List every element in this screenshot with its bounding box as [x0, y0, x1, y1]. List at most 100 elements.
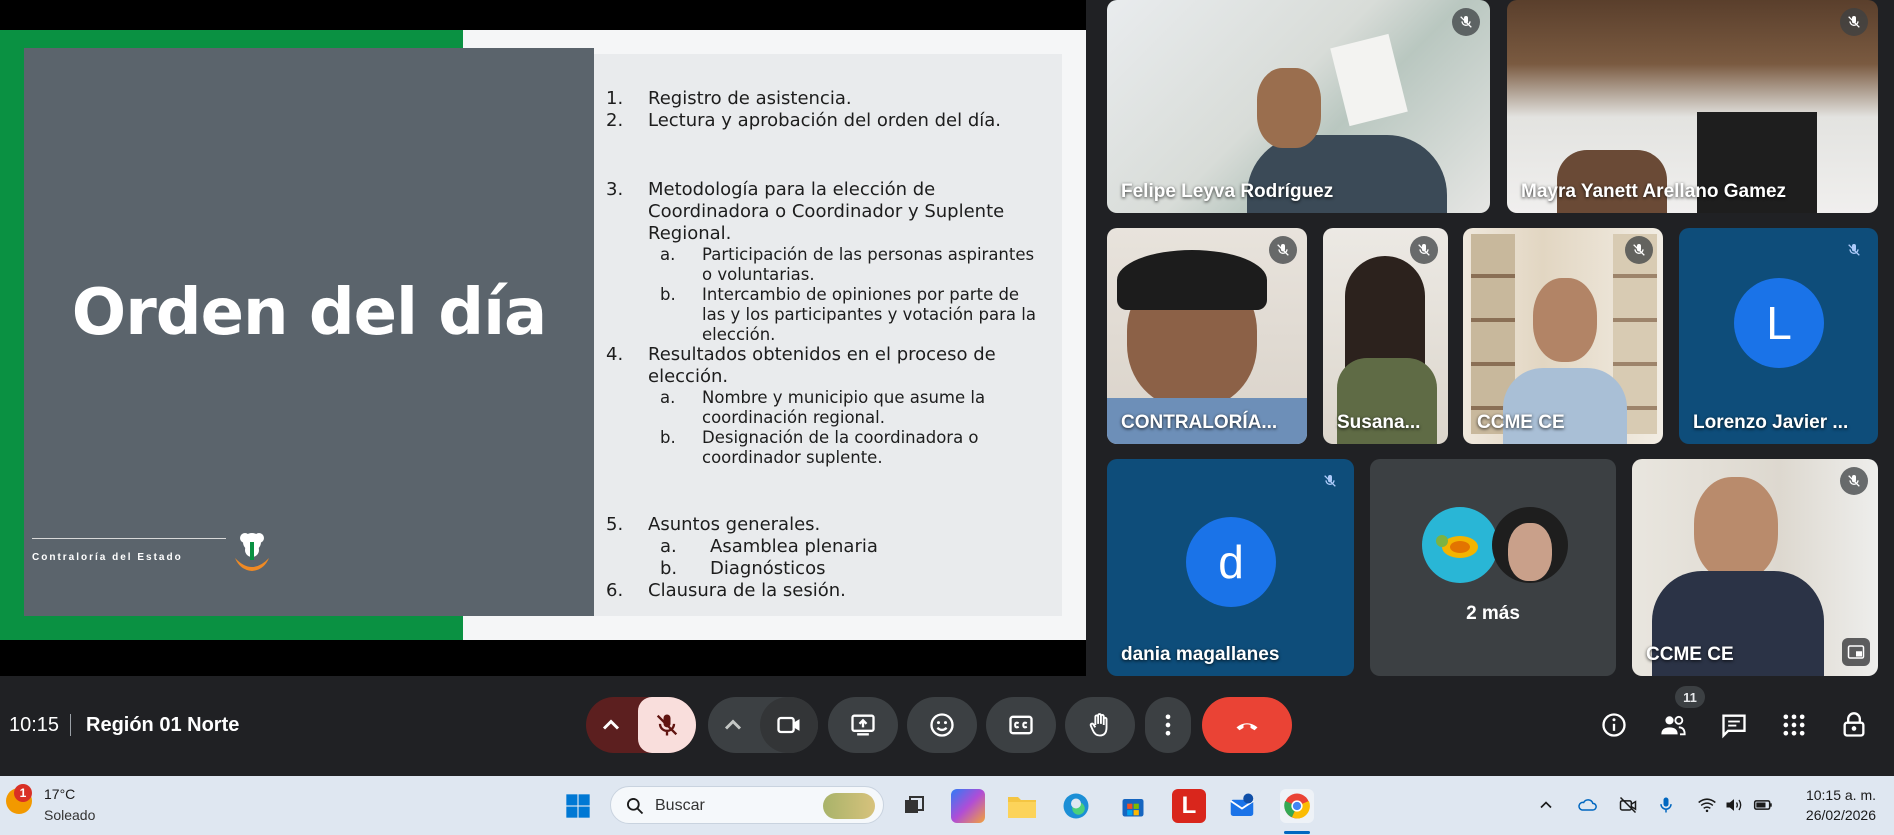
wall-papers: [1330, 33, 1408, 127]
video-camera-icon: [777, 716, 800, 734]
closed-captions-icon: [1009, 715, 1033, 735]
meet-window: Orden del día Contraloría del Estado 1. …: [0, 0, 1894, 776]
avatar: d: [1186, 517, 1276, 607]
agenda-list: 1. Registro de asistencia. 2. Lectura y …: [594, 30, 1064, 640]
wifi-icon[interactable]: [1696, 794, 1718, 816]
weather-condition[interactable]: Soleado: [44, 807, 95, 823]
agenda-sub-number: a.: [660, 536, 677, 557]
mic-off-icon: [1840, 8, 1868, 36]
microsoft-365-icon[interactable]: [951, 789, 985, 823]
participant-video-face: [1533, 278, 1597, 362]
camera-toggle-button[interactable]: [760, 697, 818, 753]
search-highlight-image: [823, 793, 875, 819]
participant-tile[interactable]: CCME CE: [1463, 228, 1663, 444]
search-icon: [627, 798, 644, 815]
info-icon: [1602, 713, 1626, 737]
participant-tile[interactable]: Felipe Leyva Rodríguez: [1107, 0, 1490, 213]
host-controls-button[interactable]: [1834, 705, 1874, 745]
participant-tile[interactable]: Mayra Yanett Arellano Gamez: [1507, 0, 1878, 213]
agenda-sub-item: Designación de la coordinadora o: [702, 428, 979, 447]
file-explorer-icon[interactable]: [1005, 789, 1039, 823]
camera-control-group: [708, 697, 818, 753]
present-screen-icon: [851, 714, 875, 736]
agenda-sub-number: a.: [660, 388, 676, 407]
chat-icon: [1722, 714, 1746, 739]
meeting-title: Región 01 Norte: [86, 714, 240, 736]
l-app-icon[interactable]: L: [1172, 789, 1206, 823]
mic-off-icon: [1840, 467, 1868, 495]
avatar: [1422, 507, 1498, 583]
weather-temperature[interactable]: 17°C: [44, 786, 75, 802]
participant-video-face: [1257, 68, 1321, 148]
agenda-sub-item: Diagnósticos: [710, 558, 826, 579]
outlook-icon[interactable]: [1225, 789, 1259, 823]
volume-icon[interactable]: [1723, 794, 1745, 816]
agenda-sub-item: Nombre y municipio que asume la: [702, 388, 986, 407]
org-name: Contraloría del Estado: [32, 552, 183, 563]
task-view-icon[interactable]: [897, 789, 931, 823]
chevron-up-icon[interactable]: [1535, 794, 1557, 816]
participant-tile[interactable]: CCME CE: [1632, 459, 1878, 676]
agenda-item-line: Coordinadora o Coordinador y Suplente: [648, 201, 1005, 222]
more-participants-tile[interactable]: 2 más: [1370, 459, 1616, 676]
leave-call-button[interactable]: [1202, 697, 1292, 753]
picture-in-picture-icon[interactable]: [1842, 638, 1870, 666]
agenda-sub-item: coordinación regional.: [702, 408, 885, 427]
activities-button[interactable]: [1774, 705, 1814, 745]
microsoft-store-icon[interactable]: [1116, 789, 1150, 823]
battery-icon[interactable]: [1752, 794, 1774, 816]
participant-name: CCME CE: [1646, 644, 1734, 665]
edge-browser-icon[interactable]: [1059, 789, 1093, 823]
agenda-number: 3.: [606, 179, 624, 200]
more-participants-label: 2 más: [1466, 603, 1520, 624]
mic-control-group: [586, 697, 696, 753]
agenda-number: 2.: [606, 110, 624, 131]
participant-tile[interactable]: CONTRALORÍA...: [1107, 228, 1307, 444]
agenda-item: Asuntos generales.: [648, 514, 821, 535]
mic-off-icon: [1625, 236, 1653, 264]
emoji-icon: [930, 713, 954, 737]
video-options-button[interactable]: [708, 697, 758, 753]
captions-button[interactable]: [986, 697, 1056, 753]
audio-options-button[interactable]: [586, 697, 636, 753]
agenda-sub-number: b.: [660, 428, 676, 447]
avatar-photo: [1508, 523, 1552, 581]
participant-name: Susana...: [1337, 412, 1421, 433]
present-screen-button[interactable]: [828, 697, 898, 753]
clock-time[interactable]: 10:15 a. m.: [1806, 787, 1876, 803]
chat-button[interactable]: [1714, 705, 1754, 745]
participant-tile[interactable]: L Lorenzo Javier ...: [1679, 228, 1878, 444]
divider: [70, 714, 71, 736]
taskbar-search[interactable]: Buscar: [610, 786, 884, 824]
agenda-sub-item: elección.: [702, 325, 776, 344]
clock-date[interactable]: 26/02/2026: [1806, 807, 1876, 823]
agenda-number: 1.: [606, 88, 624, 109]
agenda-number: 6.: [606, 580, 624, 601]
slide-title-panel: Orden del día Contraloría del Estado: [24, 48, 594, 616]
slide-title: Orden del día: [71, 276, 547, 350]
agenda-sub-item: Asamblea plenaria: [710, 536, 878, 557]
raise-hand-button[interactable]: [1065, 697, 1135, 753]
mic-off-icon: [1410, 236, 1438, 264]
search-placeholder: Buscar: [655, 797, 705, 814]
participant-name: Mayra Yanett Arellano Gamez: [1521, 181, 1787, 202]
meeting-details-button[interactable]: [1594, 705, 1634, 745]
agenda-sub-number: b.: [660, 285, 676, 304]
mic-off-icon: [1269, 236, 1297, 264]
chrome-browser-icon[interactable]: [1280, 789, 1314, 823]
reactions-button[interactable]: [907, 697, 977, 753]
windows-start-icon[interactable]: [561, 789, 595, 823]
mic-toggle-button[interactable]: [638, 697, 696, 753]
participant-name: Felipe Leyva Rodríguez: [1121, 181, 1334, 202]
more-options-button[interactable]: [1145, 697, 1191, 753]
microphone-icon[interactable]: [1655, 794, 1677, 816]
participant-tile[interactable]: d dania magallanes: [1107, 459, 1354, 676]
meeting-time: 10:15: [9, 714, 60, 736]
onedrive-icon[interactable]: [1576, 794, 1598, 816]
camera-off-icon[interactable]: [1617, 794, 1639, 816]
participant-tile[interactable]: Susana...: [1323, 228, 1448, 444]
agenda-item-line: Regional.: [648, 223, 732, 244]
apps-grid-icon: [1783, 714, 1805, 736]
people-button[interactable]: [1653, 705, 1693, 745]
people-icon: [1661, 715, 1686, 736]
